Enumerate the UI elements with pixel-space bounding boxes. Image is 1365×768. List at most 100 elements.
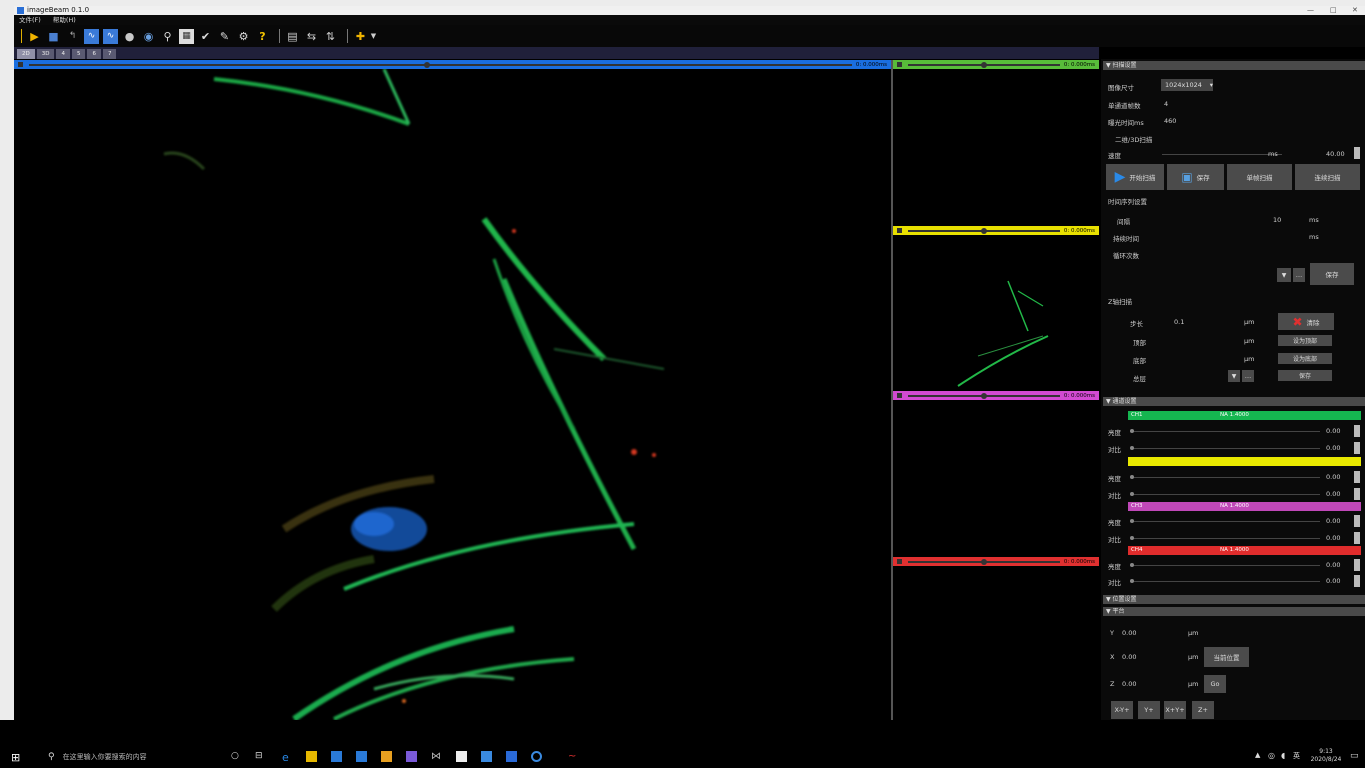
ch1-contrast-slider[interactable]	[1130, 448, 1320, 449]
image-size-select[interactable]: 1024x1024 ▾	[1161, 79, 1213, 91]
channel-toggle-icon[interactable]	[18, 62, 23, 67]
app-icon-1[interactable]	[481, 751, 492, 762]
system-tray-icon[interactable]: ▲	[1255, 751, 1266, 762]
close-icon[interactable]: ✕	[1352, 6, 1358, 15]
channel-slider[interactable]	[908, 392, 1060, 399]
ch4-contrast-slider[interactable]	[1130, 581, 1320, 582]
vscode-icon[interactable]: ⋈	[431, 751, 442, 762]
waveform2-icon[interactable]: ∿	[103, 28, 118, 44]
ch4-brightness-slider[interactable]	[1130, 565, 1320, 566]
ch3-contrast-slider[interactable]	[1130, 538, 1320, 539]
pen-check-icon[interactable]: ✔	[198, 29, 213, 44]
channel-bar-ch3[interactable]: 0: 0.000ms	[893, 226, 1099, 235]
save-button[interactable]: ▣ 保存	[1167, 164, 1224, 190]
timelapse-save-button[interactable]: 保存	[1310, 263, 1354, 285]
channel-bar-main[interactable]: 0: 0.000ms	[14, 60, 891, 69]
layout-icon[interactable]: ▤	[285, 29, 300, 44]
flip-icon[interactable]: ⇆	[304, 29, 319, 44]
taskbar-search-box[interactable]: ⚲ 在这里输入你要搜索的内容	[44, 748, 219, 766]
sphere-icon[interactable]: ◉	[141, 29, 156, 44]
menu-file[interactable]: 文件(F)	[19, 15, 41, 25]
image-icon[interactable]: ▦	[179, 28, 194, 44]
tab-7[interactable]: 7	[102, 49, 117, 59]
preview-viewer-ch5[interactable]	[893, 567, 1099, 720]
menu-help[interactable]: 帮助(H)	[53, 15, 76, 25]
current-position-button[interactable]: 当前位置	[1204, 647, 1249, 667]
speed-slider[interactable]	[1162, 154, 1282, 155]
edge-icon[interactable]: e	[282, 751, 293, 764]
slider-knob[interactable]	[1130, 492, 1134, 496]
waveform-icon[interactable]: ∿	[84, 28, 99, 44]
store-icon[interactable]	[331, 751, 342, 762]
main-image-viewer[interactable]	[14, 69, 891, 720]
slider-knob[interactable]	[1130, 579, 1134, 583]
edit-icon[interactable]: ✎	[217, 29, 232, 44]
tab-2d[interactable]: 2D	[17, 49, 35, 59]
open-folder-icon[interactable]: ▶	[27, 29, 42, 44]
task-view-icon[interactable]: ⊟	[255, 751, 266, 762]
set-top-button[interactable]: 设为顶部	[1278, 335, 1332, 346]
set-bottom-button[interactable]: 设为底部	[1278, 353, 1332, 364]
slider-knob[interactable]	[1130, 446, 1134, 450]
channel-toggle-icon[interactable]	[897, 62, 902, 67]
app-icon-2[interactable]	[506, 751, 517, 762]
ch2-brightness-slider[interactable]	[1130, 477, 1320, 478]
channel-toggle-icon[interactable]	[897, 228, 902, 233]
go-button[interactable]: Go	[1204, 675, 1226, 693]
zoom-icon[interactable]: ⚲	[160, 29, 175, 44]
chevron-down-icon[interactable]: ▼	[1228, 370, 1240, 382]
slider-knob[interactable]	[1130, 475, 1134, 479]
slider-knob[interactable]	[980, 558, 987, 565]
mail-icon[interactable]	[356, 751, 367, 762]
display-header[interactable]: ▼ 通道设置	[1103, 397, 1365, 406]
slider-knob[interactable]	[1130, 519, 1134, 523]
maximize-icon[interactable]: □	[1330, 6, 1337, 15]
channel-slider[interactable]	[908, 558, 1060, 565]
channel-slider[interactable]	[908, 227, 1060, 234]
slider-knob[interactable]	[980, 227, 987, 234]
slider-knob[interactable]	[980, 392, 987, 399]
flip2-icon[interactable]: ⇅	[323, 29, 338, 44]
record-icon[interactable]: ●	[122, 29, 137, 44]
tab-6[interactable]: 6	[87, 49, 101, 59]
spinner[interactable]	[1354, 425, 1360, 437]
spinner[interactable]	[1354, 488, 1360, 500]
preview-viewer-ch4[interactable]	[893, 401, 1099, 556]
spinner[interactable]	[1354, 575, 1360, 587]
spinner[interactable]	[1354, 559, 1360, 571]
app-icon-4[interactable]: ~	[568, 751, 579, 762]
network-icon[interactable]: ◎	[1268, 751, 1279, 762]
move-zplus-button[interactable]: Z+	[1192, 701, 1214, 719]
slider-knob[interactable]	[1130, 536, 1134, 540]
volume-icon[interactable]: ◖	[1281, 751, 1292, 762]
settings-icon[interactable]: ⚙	[236, 29, 251, 44]
help-icon[interactable]: ?	[255, 29, 270, 44]
preview-viewer-ch2[interactable]	[893, 70, 1099, 225]
notification-icon[interactable]: ▭	[1350, 751, 1361, 762]
channel-bar-ch4[interactable]: 0: 0.000ms	[893, 391, 1099, 400]
move-xplus-yplus-button[interactable]: X+Y+	[1164, 701, 1186, 719]
continuous-scan-button[interactable]: 连续扫描	[1295, 164, 1360, 190]
tab-3d[interactable]: 3D	[36, 49, 55, 59]
dropdown-arrow-icon[interactable]: ▼	[366, 29, 381, 44]
slider-knob[interactable]	[424, 61, 430, 68]
back-icon[interactable]: ↰	[65, 29, 80, 44]
stage-header[interactable]: ▼ 平台	[1103, 607, 1365, 616]
start-scan-button[interactable]: ▶ 开始扫描	[1106, 164, 1164, 190]
preview-viewer-ch3[interactable]	[893, 236, 1099, 389]
vs-icon[interactable]	[406, 751, 417, 762]
minimize-icon[interactable]: —	[1307, 6, 1314, 15]
channel-toggle-icon[interactable]	[897, 559, 902, 564]
slider-knob[interactable]	[1130, 563, 1134, 567]
slider-knob[interactable]	[980, 61, 987, 68]
tab-5[interactable]: 5	[71, 49, 86, 59]
clock[interactable]: 9:13 2020/8/24	[1305, 748, 1347, 764]
spinner[interactable]	[1354, 442, 1360, 454]
document-icon[interactable]	[456, 751, 467, 762]
app-icon-3[interactable]	[531, 751, 542, 762]
acquire-header[interactable]: ▼ 扫描设置	[1103, 61, 1365, 70]
channel-slider[interactable]	[29, 61, 852, 68]
file-explorer-icon[interactable]	[306, 751, 317, 762]
ch2-contrast-slider[interactable]	[1130, 494, 1320, 495]
spinner[interactable]	[1354, 515, 1360, 527]
